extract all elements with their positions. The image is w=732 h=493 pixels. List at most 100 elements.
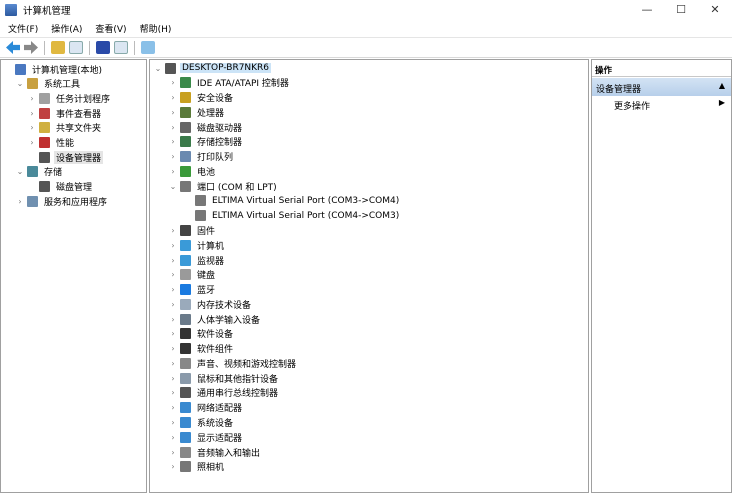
tree-item[interactable]: › 通用串行总线控制器 bbox=[168, 386, 280, 400]
toolbar-divider bbox=[44, 40, 45, 55]
chevron-right-icon[interactable]: › bbox=[168, 374, 178, 383]
chevron-right-icon[interactable]: › bbox=[168, 315, 178, 324]
chevron-right-icon[interactable]: › bbox=[168, 241, 178, 250]
device-category-icon bbox=[180, 106, 191, 118]
tree-item[interactable]: › 电池 bbox=[168, 164, 217, 178]
chevron-right-icon[interactable]: › bbox=[168, 433, 178, 442]
chevron-right-icon[interactable]: › bbox=[168, 93, 178, 102]
chevron-right-icon[interactable]: › bbox=[168, 329, 178, 338]
tree-item[interactable]: › 显示适配器 bbox=[168, 430, 244, 444]
collapse-arrow-icon[interactable]: ▲ bbox=[719, 81, 725, 90]
up-folder-icon[interactable] bbox=[51, 41, 65, 54]
chevron-right-icon[interactable]: › bbox=[168, 270, 178, 279]
menu-view[interactable]: 查看(V) bbox=[95, 22, 126, 35]
tree-item[interactable]: › 存储控制器 bbox=[168, 135, 244, 149]
tree-item[interactable]: › 打印队列 bbox=[168, 150, 235, 164]
chevron-right-icon[interactable]: › bbox=[168, 300, 178, 309]
maximize-button[interactable]: ☐ bbox=[664, 0, 698, 19]
help-icon[interactable] bbox=[96, 41, 110, 54]
more-actions-item[interactable]: 更多操作 ▶ bbox=[614, 97, 731, 112]
tree-item[interactable]: › 固件 bbox=[168, 223, 217, 237]
device-category-icon bbox=[27, 78, 38, 90]
device-category-icon bbox=[180, 269, 191, 281]
tree-item-label: 音频输入和输出 bbox=[197, 448, 261, 459]
chevron-right-icon[interactable]: › bbox=[168, 78, 178, 87]
monitor-icon[interactable] bbox=[141, 41, 155, 54]
toolbar bbox=[0, 37, 732, 58]
chevron-right-icon[interactable]: › bbox=[27, 94, 37, 103]
back-icon[interactable] bbox=[6, 41, 20, 54]
menu-help[interactable]: 帮助(H) bbox=[140, 22, 172, 35]
tree-item[interactable]: 磁盘管理 bbox=[27, 180, 94, 194]
close-button[interactable]: ✕ bbox=[698, 0, 732, 19]
tree-item[interactable]: ⌄ DESKTOP-BR7NKR6 bbox=[153, 61, 272, 75]
tree-item[interactable]: ELTIMA Virtual Serial Port (COM4->COM3) bbox=[183, 209, 401, 223]
tree-item[interactable]: › 磁盘驱动器 bbox=[168, 120, 244, 134]
chevron-right-icon[interactable]: › bbox=[15, 197, 25, 206]
tree-item[interactable]: › 软件组件 bbox=[168, 342, 235, 356]
chevron-right-icon[interactable]: › bbox=[168, 403, 178, 412]
show-hide-action-icon[interactable] bbox=[114, 41, 128, 54]
chevron-right-icon[interactable]: › bbox=[168, 448, 178, 457]
tree-item-label: 声音、视频和游戏控制器 bbox=[197, 359, 297, 370]
chevron-right-icon[interactable]: › bbox=[27, 109, 37, 118]
chevron-right-icon[interactable]: › bbox=[168, 167, 178, 176]
chevron-down-icon[interactable]: ⌄ bbox=[15, 79, 25, 88]
actions-section-device-manager[interactable]: 设备管理器 ▲ bbox=[592, 78, 731, 96]
actions-section-label: 设备管理器 bbox=[596, 85, 642, 95]
chevron-right-icon[interactable]: › bbox=[168, 462, 178, 471]
tree-item[interactable]: 计算机管理(本地) bbox=[3, 62, 104, 76]
menu-action[interactable]: 操作(A) bbox=[51, 22, 82, 35]
tree-item[interactable]: › 鼠标和其他指针设备 bbox=[168, 371, 280, 385]
tree-item-label: 存储控制器 bbox=[197, 138, 243, 149]
chevron-right-icon[interactable]: › bbox=[168, 344, 178, 353]
tree-item[interactable]: › 内存技术设备 bbox=[168, 297, 253, 311]
tree-item[interactable]: 设备管理器 bbox=[27, 150, 104, 164]
device-category-icon bbox=[39, 137, 50, 148]
minimize-button[interactable]: — bbox=[630, 0, 664, 19]
tree-item[interactable]: › 服务和应用程序 bbox=[15, 194, 109, 208]
tree-item[interactable]: ELTIMA Virtual Serial Port (COM3->COM4) bbox=[183, 194, 401, 208]
tree-item[interactable]: › IDE ATA/ATAPI 控制器 bbox=[168, 76, 291, 90]
menu-file[interactable]: 文件(F) bbox=[8, 22, 38, 35]
tree-item[interactable]: › 蓝牙 bbox=[168, 283, 217, 297]
chevron-right-icon[interactable]: › bbox=[27, 138, 37, 147]
tree-item[interactable]: › 性能 bbox=[27, 136, 76, 150]
tree-item[interactable]: › 处理器 bbox=[168, 105, 226, 119]
tree-item[interactable]: › 音频输入和输出 bbox=[168, 445, 262, 459]
chevron-right-icon[interactable]: › bbox=[27, 123, 37, 132]
chevron-down-icon[interactable]: ⌄ bbox=[153, 64, 163, 73]
chevron-right-icon[interactable]: › bbox=[168, 137, 178, 146]
chevron-right-icon[interactable]: › bbox=[168, 388, 178, 397]
device-category-icon bbox=[180, 328, 191, 340]
chevron-right-icon[interactable]: › bbox=[168, 418, 178, 427]
tree-item[interactable]: › 监视器 bbox=[168, 253, 226, 267]
tree-item[interactable]: › 键盘 bbox=[168, 268, 217, 282]
tree-item[interactable]: › 网络适配器 bbox=[168, 401, 244, 415]
tree-item[interactable]: ⌄ 存储 bbox=[15, 165, 64, 179]
tree-item[interactable]: › 事件查看器 bbox=[27, 106, 103, 120]
tree-item[interactable]: ⌄ 端口 (COM 和 LPT) bbox=[168, 179, 279, 193]
chevron-right-icon[interactable]: › bbox=[168, 285, 178, 294]
chevron-right-icon[interactable]: › bbox=[168, 123, 178, 132]
chevron-right-icon[interactable]: › bbox=[168, 108, 178, 117]
tree-item[interactable]: › 任务计划程序 bbox=[27, 91, 112, 105]
tree-item[interactable]: › 系统设备 bbox=[168, 415, 235, 429]
chevron-right-icon[interactable]: › bbox=[168, 152, 178, 161]
chevron-right-icon[interactable]: › bbox=[168, 359, 178, 368]
tree-item[interactable]: › 软件设备 bbox=[168, 327, 235, 341]
tree-item[interactable]: › 声音、视频和游戏控制器 bbox=[168, 356, 298, 370]
chevron-down-icon[interactable]: ⌄ bbox=[15, 167, 25, 176]
chevron-right-icon[interactable]: › bbox=[168, 226, 178, 235]
tree-item[interactable]: › 共享文件夹 bbox=[27, 121, 103, 135]
forward-icon[interactable] bbox=[24, 41, 38, 54]
chevron-right-icon[interactable]: › bbox=[168, 256, 178, 265]
tree-item[interactable]: › 照相机 bbox=[168, 460, 226, 474]
tree-item-label: 安全设备 bbox=[197, 94, 234, 105]
tree-item[interactable]: › 计算机 bbox=[168, 238, 226, 252]
tree-item[interactable]: ⌄ 系统工具 bbox=[15, 77, 82, 91]
tree-item[interactable]: › 安全设备 bbox=[168, 91, 235, 105]
chevron-down-icon[interactable]: ⌄ bbox=[168, 182, 178, 191]
show-hide-tree-icon[interactable] bbox=[69, 41, 83, 54]
tree-item[interactable]: › 人体学输入设备 bbox=[168, 312, 262, 326]
